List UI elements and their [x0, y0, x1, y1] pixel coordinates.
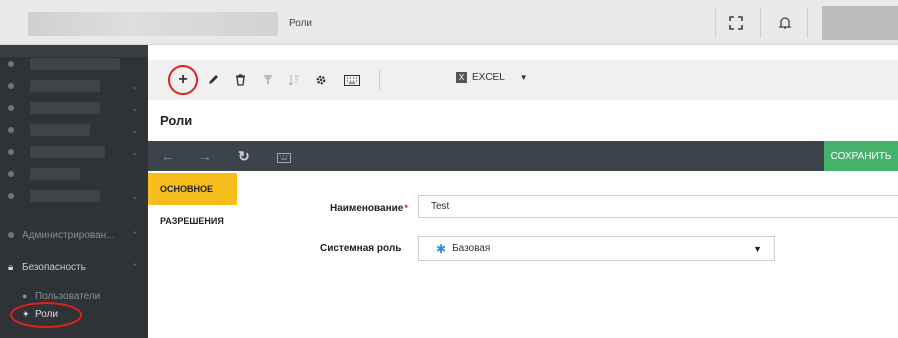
chevron-down-icon: ⌄ — [131, 124, 139, 135]
sidebar-item-label: Пользователи — [35, 290, 101, 302]
fullscreen-icon[interactable] — [727, 14, 745, 32]
blurred-label — [30, 124, 90, 136]
blurred-label — [30, 190, 100, 202]
menu-icon — [8, 171, 14, 177]
arrow-left-icon[interactable]: ← — [161, 148, 175, 164]
blurred-label — [30, 146, 105, 158]
divider — [715, 8, 716, 38]
caret-down-icon: ▼ — [753, 243, 762, 254]
refresh-icon[interactable]: ↻ — [238, 148, 250, 165]
caret-down-icon: ▼ — [519, 73, 528, 82]
name-label: Наименование* — [330, 203, 408, 214]
asterisk-icon: ✱ — [436, 241, 447, 256]
app-logo-blurred — [28, 12, 278, 36]
blurred-label — [30, 102, 100, 114]
user-icon: ● — [22, 291, 28, 301]
divider — [379, 70, 380, 90]
blurred-label — [30, 168, 80, 180]
gear-icon — [8, 232, 14, 238]
tab-permissions[interactable]: РАЗРЕШЕНИЯ — [148, 205, 237, 237]
keyboard-icon[interactable] — [340, 70, 364, 90]
excel-label: EXCEL — [472, 72, 505, 83]
sidebar-item-label: Администрирован... — [22, 229, 115, 241]
blurred-label — [30, 80, 100, 92]
system-role-label: Системная роль — [320, 243, 402, 254]
save-button[interactable]: СОХРАНИТЬ — [824, 141, 898, 171]
sidebar-item[interactable]: ⌄ — [0, 97, 148, 119]
top-bar: Роли — [0, 0, 898, 45]
chevron-up-icon: ⌃ — [131, 229, 139, 240]
form-navbar: ← → ↻ СОХРАНИТЬ — [148, 141, 898, 171]
header-title: Роли — [289, 18, 312, 29]
menu-icon — [8, 61, 14, 67]
sidebar-item[interactable]: ⌄ — [0, 75, 148, 97]
system-role-select[interactable]: ✱ Базовая ▼ — [418, 236, 775, 261]
page-title: Роли — [160, 113, 193, 128]
excel-icon: X — [456, 72, 467, 83]
sidebar-item[interactable]: ⌄ — [0, 141, 148, 163]
user-avatar-blurred[interactable] — [822, 6, 898, 40]
excel-dropdown[interactable]: X EXCEL ▼ — [456, 72, 528, 83]
pencil-icon[interactable] — [203, 70, 223, 90]
chevron-down-icon: ⌄ — [131, 146, 139, 157]
sidebar-item[interactable] — [0, 53, 148, 75]
keyboard-icon[interactable] — [277, 150, 291, 166]
menu-icon — [8, 127, 14, 133]
sidebar: ⌄ ⌄ ⌄ ⌄ ⌄ Администрирован... ⌃ 🔒︎ Безопа… — [0, 45, 148, 338]
annotation-circle — [168, 65, 198, 95]
required-marker: * — [404, 203, 408, 213]
toolbar: + X EXCEL ▼ — [148, 60, 898, 100]
filter-clear-icon[interactable] — [258, 70, 278, 90]
chevron-up-icon: ⌃ — [131, 261, 139, 272]
blurred-label — [30, 58, 120, 70]
divider — [807, 8, 808, 38]
menu-icon — [8, 83, 14, 89]
sort-icon[interactable] — [284, 70, 304, 90]
sidebar-item[interactable]: ⌄ — [0, 119, 148, 141]
tab-main[interactable]: ОСНОВНОЕ — [148, 173, 237, 205]
menu-icon — [8, 149, 14, 155]
chevron-down-icon: ⌄ — [131, 102, 139, 113]
menu-icon — [8, 105, 14, 111]
sidebar-item-security[interactable]: 🔒︎ Безопасность ⌃ — [0, 256, 148, 278]
bell-icon[interactable] — [776, 14, 794, 32]
sidebar-item-administration[interactable]: Администрирован... ⌃ — [0, 224, 148, 246]
divider — [760, 8, 761, 38]
gear-icon[interactable] — [311, 70, 331, 90]
chevron-down-icon: ⌄ — [131, 80, 139, 91]
trash-icon[interactable] — [230, 70, 250, 90]
name-label-text: Наименование — [330, 203, 404, 214]
lock-icon: 🔒︎ — [8, 261, 14, 273]
name-input[interactable]: Test — [418, 195, 898, 218]
annotation-circle — [10, 302, 82, 328]
sidebar-item[interactable] — [0, 163, 148, 185]
arrow-right-icon[interactable]: → — [198, 148, 212, 164]
system-role-value: Базовая — [452, 243, 491, 254]
menu-icon — [8, 193, 14, 199]
chevron-down-icon: ⌄ — [131, 190, 139, 201]
sidebar-item-label: Безопасность — [22, 261, 86, 273]
sidebar-item[interactable]: ⌄ — [0, 185, 148, 207]
